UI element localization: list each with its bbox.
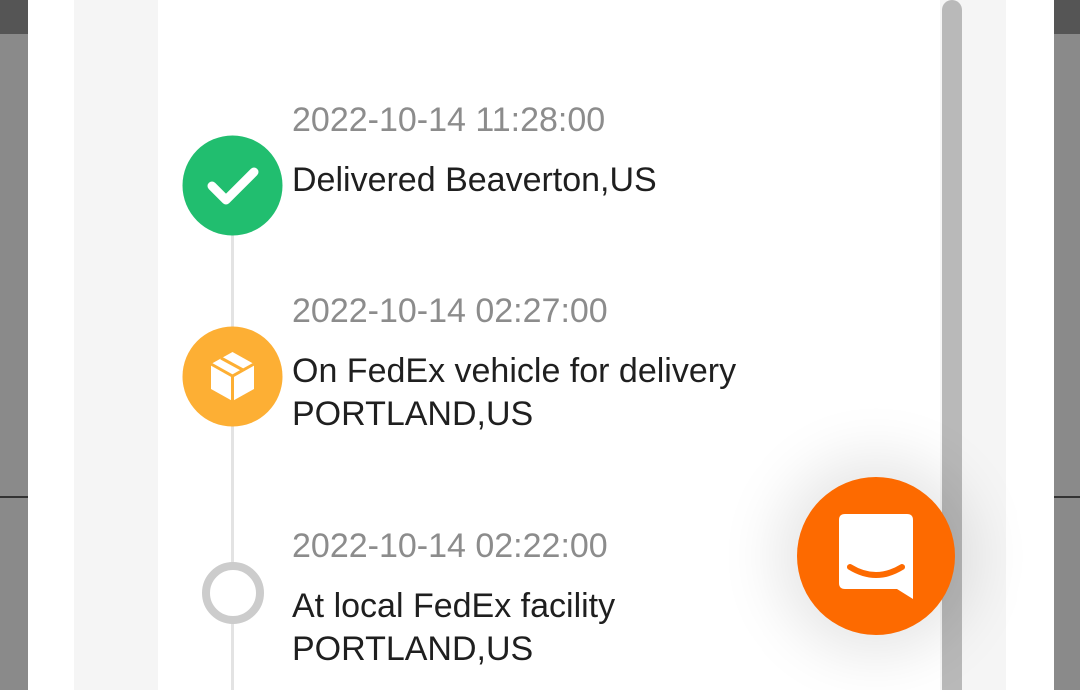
chat-button[interactable] bbox=[797, 477, 955, 635]
event-timestamp: 2022-10-14 11:28:00 bbox=[292, 101, 606, 139]
tracking-event: 2022-10-14 02:27:00 On FedEx vehicle for… bbox=[292, 291, 736, 436]
event-description: Delivered Beaverton,US bbox=[292, 159, 657, 202]
package-icon bbox=[182, 326, 283, 432]
event-timestamp: 2022-10-14 02:22:00 bbox=[292, 527, 608, 565]
tracking-event: 2022-10-14 11:28:00 Delivered Beaverton,… bbox=[292, 100, 657, 202]
backdrop-bar-left bbox=[0, 0, 30, 34]
event-location-line: PORTLAND,US bbox=[292, 630, 534, 668]
delivered-status-icon bbox=[182, 135, 283, 241]
backdrop-bar-right bbox=[1054, 0, 1080, 34]
event-description-line: Delivered Beaverton,US bbox=[292, 161, 657, 199]
backdrop-divider-right bbox=[1054, 496, 1080, 498]
chat-smile-icon bbox=[839, 514, 913, 599]
event-description: At local FedEx facility PORTLAND,US bbox=[292, 585, 615, 671]
event-description: On FedEx vehicle for delivery PORTLAND,U… bbox=[292, 350, 736, 436]
event-location-line: PORTLAND,US bbox=[292, 395, 534, 433]
backdrop-divider-left bbox=[0, 496, 30, 498]
circle-icon bbox=[201, 561, 265, 630]
event-description-line: At local FedEx facility bbox=[292, 587, 616, 625]
event-timestamp: 2022-10-14 02:27:00 bbox=[292, 292, 608, 330]
event-description-line: On FedEx vehicle for delivery bbox=[292, 352, 737, 390]
tracking-event: 2022-10-14 02:22:00 At local FedEx facil… bbox=[292, 526, 615, 671]
